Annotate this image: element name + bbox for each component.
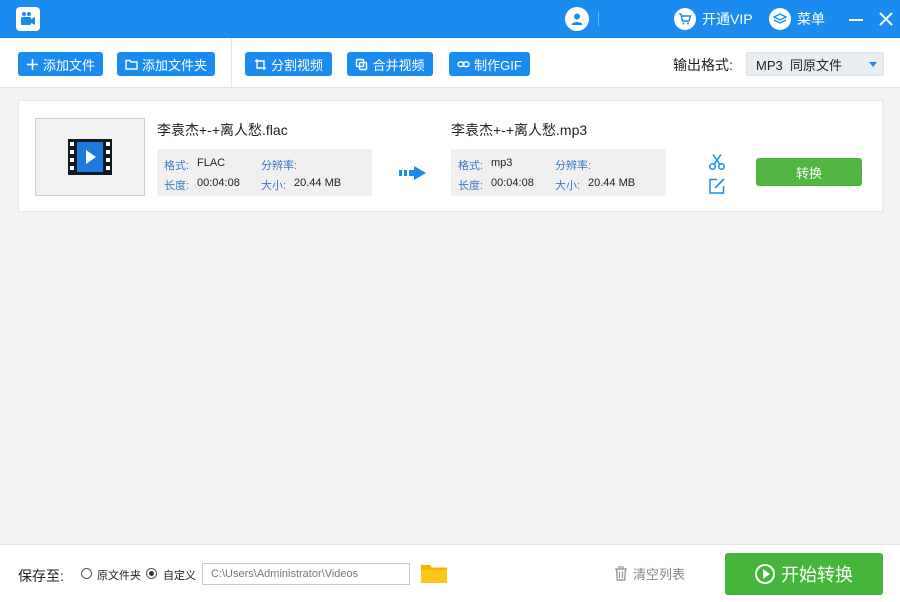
source-size-label: 大小:: [261, 180, 287, 192]
folder-outline-icon: [125, 59, 138, 70]
chevron-down-icon: [869, 62, 877, 67]
close-icon[interactable]: [875, 8, 897, 30]
film-play-icon: [68, 139, 112, 175]
output-format-label: 输出格式:: [673, 57, 733, 73]
menu-label: 菜单: [797, 11, 825, 27]
convert-label: 转换: [795, 165, 822, 181]
title-bar: 开通VIP 菜单: [0, 0, 900, 38]
target-format-value: mp3: [491, 157, 513, 169]
output-format-value: MP3 同原文件: [756, 57, 842, 73]
source-file-info: 格式: FLAC 分辨率: 长度: 00:04:08 大小: 20.44 MB: [157, 149, 372, 196]
trash-icon: [615, 566, 627, 581]
target-file-name: 李袁杰+-+离人愁.mp3: [451, 122, 588, 138]
add-file-label: 添加文件: [42, 57, 95, 73]
cart-icon: [674, 8, 696, 30]
open-vip-button[interactable]: 开通VIP: [674, 7, 753, 31]
target-duration-label: 长度:: [458, 180, 484, 192]
add-folder-label: 添加文件夹: [141, 57, 207, 73]
target-size-label: 大小:: [555, 180, 581, 192]
custom-folder-radio[interactable]: [146, 568, 157, 579]
menu-button[interactable]: 菜单: [769, 7, 825, 31]
minimize-icon[interactable]: [849, 19, 863, 21]
source-format-label: 格式:: [164, 160, 190, 172]
start-convert-label: 开始转换: [781, 565, 853, 585]
plus-icon: [26, 58, 38, 70]
user-avatar-icon[interactable]: [565, 7, 589, 31]
source-resolution-label: 分辨率:: [261, 160, 298, 172]
merge-video-label: 合并视频: [372, 57, 425, 73]
target-format-label: 格式:: [458, 160, 484, 172]
clear-list-label: 清空列表: [633, 567, 686, 582]
make-gif-button[interactable]: 制作GIF: [449, 52, 530, 76]
original-folder-radio[interactable]: [81, 568, 92, 579]
original-folder-label[interactable]: 原文件夹: [97, 567, 141, 583]
output-format-select[interactable]: MP3 同原文件: [746, 52, 884, 76]
source-duration-value: 00:04:08: [197, 177, 240, 189]
source-file-name: 李袁杰+-+离人愁.flac: [157, 122, 288, 138]
scissors-icon[interactable]: [708, 153, 726, 171]
make-gif-label: 制作GIF: [474, 57, 522, 73]
target-duration-value: 00:04:08: [491, 177, 534, 189]
target-resolution-label: 分辨率:: [555, 160, 592, 172]
file-item: 李袁杰+-+离人愁.flac 格式: FLAC 分辨率: 长度: 00:04:0…: [18, 100, 883, 212]
merge-video-button[interactable]: 合并视频: [347, 52, 433, 76]
play-icon: [755, 564, 775, 584]
layers-icon: [769, 8, 791, 30]
source-format-value: FLAC: [197, 157, 226, 169]
output-path-input[interactable]: [202, 563, 410, 585]
save-to-label: 保存至:: [18, 568, 64, 584]
toolbar: 添加文件 添加文件夹 分割视频 合并视频 制作GIF 输出格式: MP3 同原文…: [0, 38, 900, 88]
split-video-label: 分割视频: [270, 57, 323, 73]
source-size-value: 20.44 MB: [294, 177, 342, 189]
convert-button[interactable]: 转换: [756, 158, 862, 186]
toolbar-divider: [231, 38, 232, 88]
open-vip-label: 开通VIP: [702, 11, 753, 27]
crop-icon: [254, 58, 266, 70]
target-size-value: 20.44 MB: [588, 177, 636, 189]
target-file-info: 格式: mp3 分辨率: 长度: 00:04:08 大小: 20.44 MB: [451, 149, 666, 196]
folder-icon[interactable]: [420, 562, 448, 584]
titlebar-divider: [598, 12, 599, 26]
link-icon: [457, 60, 470, 67]
video-thumbnail: [35, 118, 145, 196]
add-file-button[interactable]: 添加文件: [18, 52, 103, 76]
source-duration-label: 长度:: [164, 180, 190, 192]
add-folder-button[interactable]: 添加文件夹: [117, 52, 215, 76]
app-logo-icon: [16, 7, 40, 31]
clear-list-button[interactable]: 清空列表: [614, 564, 685, 583]
split-video-button[interactable]: 分割视频: [245, 52, 332, 76]
edit-icon[interactable]: [708, 177, 726, 195]
bottom-bar: 保存至: 原文件夹 自定义 清空列表 开始转换: [0, 544, 900, 602]
merge-icon: [356, 58, 368, 70]
start-convert-button[interactable]: 开始转换: [725, 553, 883, 595]
convert-arrow-icon: [399, 166, 426, 180]
custom-folder-label[interactable]: 自定义: [163, 567, 196, 583]
